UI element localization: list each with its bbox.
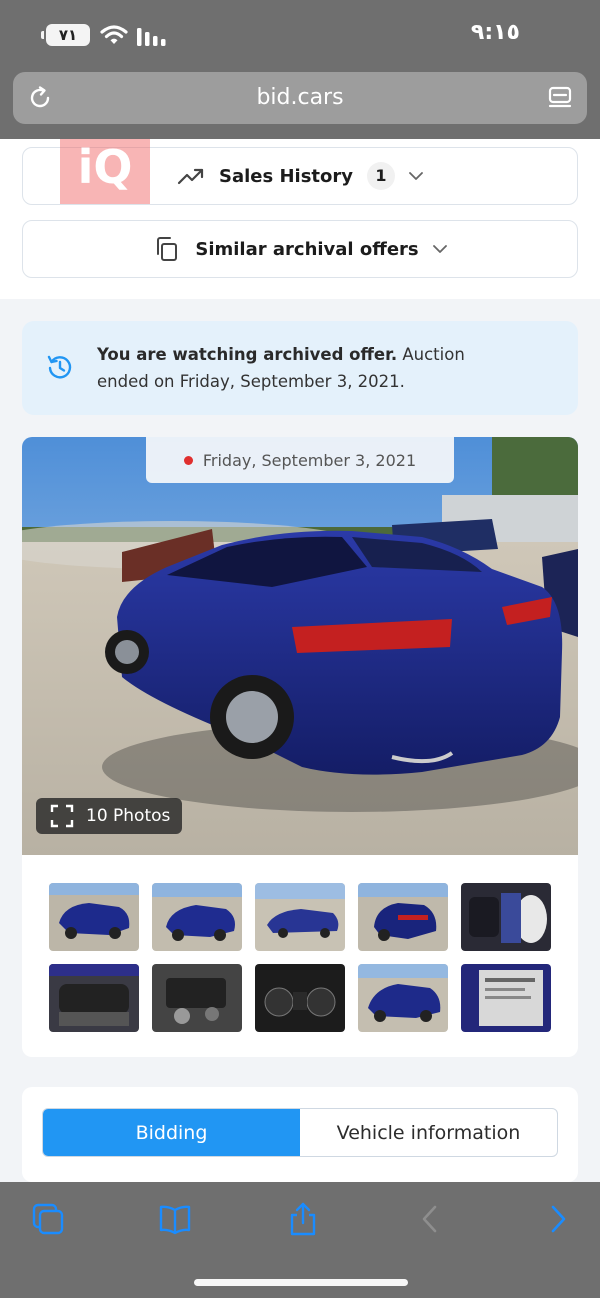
similar-offers-label: Similar archival offers [195, 238, 419, 260]
photo-gallery: Friday, September 3, 2021 10 Photos [22, 437, 578, 1057]
auction-date-text: Friday, September 3, 2021 [202, 450, 417, 470]
details-card: Bidding Vehicle information [22, 1087, 578, 1182]
photo-count-label: 10 Photos [86, 806, 171, 826]
forward-arrow-icon[interactable] [542, 1202, 576, 1236]
url-text[interactable]: bid.cars [13, 85, 587, 110]
sales-history-label: Sales History [219, 165, 353, 187]
status-clock: ٩:١٥ [470, 20, 520, 45]
history-icon [47, 355, 72, 379]
history-card: Sales History 1 Similar archival offers … [0, 139, 600, 299]
web-page: Sales History 1 Similar archival offers … [0, 139, 600, 1182]
browser-toolbar [0, 1182, 600, 1298]
archived-offer-notice: You are watching archived offer. Auction… [22, 321, 578, 415]
thumbnail-3[interactable] [255, 883, 345, 951]
view-photos-button[interactable]: 10 Photos [36, 798, 182, 834]
tab-vehicle-information[interactable]: Vehicle information [300, 1109, 557, 1156]
wifi-icon [100, 25, 128, 44]
tabs-icon[interactable] [31, 1202, 65, 1236]
cellular-signal-icon [137, 28, 166, 46]
bookmarks-icon[interactable] [158, 1202, 192, 1236]
browser-top-chrome: ٧١ ٩:١٥ bid.cars [0, 0, 600, 139]
thumbnail-4[interactable] [358, 883, 448, 951]
chevron-down-icon [409, 172, 423, 180]
sales-history-count: 1 [367, 162, 395, 190]
back-arrow-icon[interactable] [414, 1202, 448, 1236]
address-bar[interactable]: bid.cars [13, 72, 587, 124]
thumbnail-grid [49, 883, 551, 1032]
auction-date-chip: Friday, September 3, 2021 [146, 437, 454, 483]
thumbnail-7[interactable] [152, 964, 242, 1032]
reader-mode-icon[interactable] [547, 85, 573, 111]
trending-up-icon [177, 168, 204, 185]
thumbnail-5[interactable] [461, 883, 551, 951]
notice-text: You are watching archived offer. Auction… [97, 341, 497, 395]
thumbnail-1[interactable] [49, 883, 139, 951]
similar-offers-button[interactable]: Similar archival offers [22, 220, 578, 278]
share-icon[interactable] [286, 1202, 320, 1236]
details-tabs: Bidding Vehicle information [42, 1108, 558, 1157]
chevron-down-icon [432, 245, 447, 253]
notice-bold-text: You are watching archived offer. [97, 345, 398, 364]
thumbnail-10[interactable] [461, 964, 551, 1032]
battery-indicator: ٧١ [41, 24, 90, 46]
tab-bidding[interactable]: Bidding [43, 1109, 300, 1156]
copy-icon [157, 237, 178, 261]
status-bar: ٧١ ٩:١٥ [0, 0, 600, 68]
iq-watermark-logo: iQ [60, 139, 150, 204]
thumbnail-2[interactable] [152, 883, 242, 951]
home-indicator[interactable] [194, 1279, 408, 1286]
thumbnail-6[interactable] [49, 964, 139, 1032]
status-dot [183, 455, 193, 465]
thumbnail-8[interactable] [255, 964, 345, 1032]
thumbnail-9[interactable] [358, 964, 448, 1032]
main-vehicle-photo[interactable] [22, 437, 578, 855]
fullscreen-icon [50, 804, 74, 828]
